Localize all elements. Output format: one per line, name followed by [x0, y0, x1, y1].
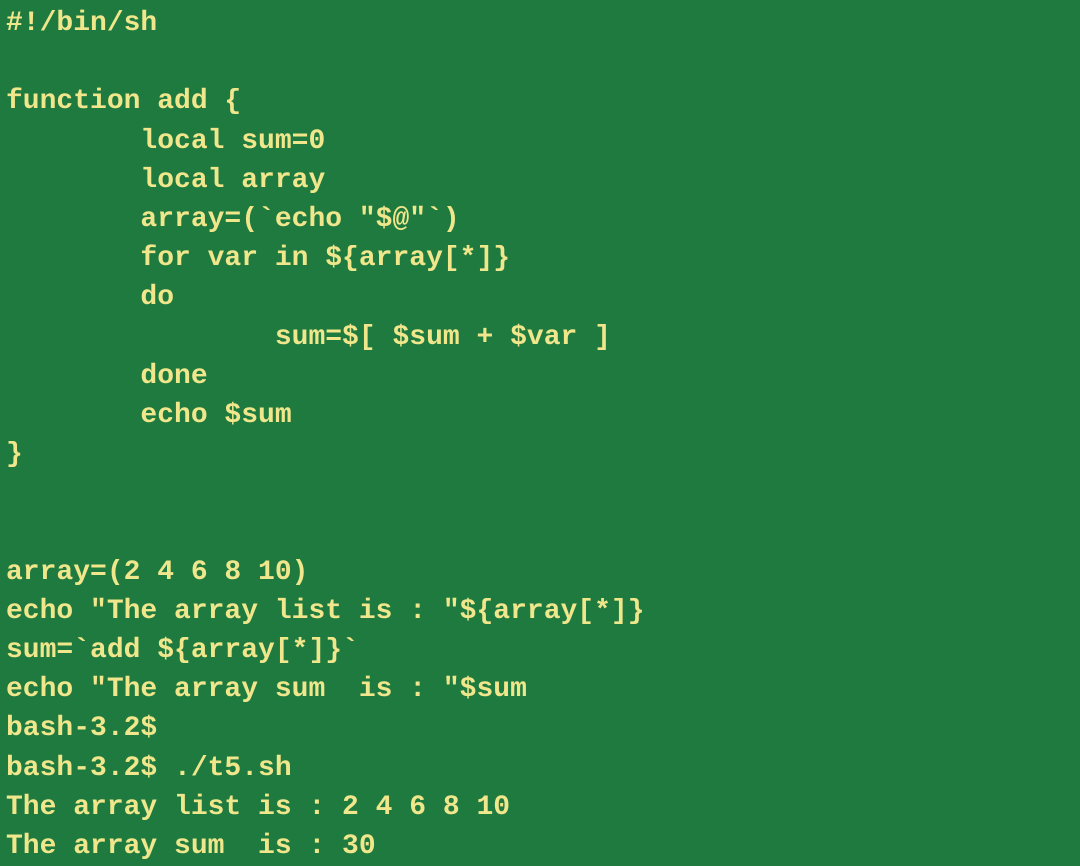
- code-line: echo $sum: [6, 396, 1074, 435]
- code-line: array=(`echo "$@"`): [6, 200, 1074, 239]
- output-line: The array list is : 2 4 6 8 10: [6, 788, 1074, 827]
- code-line: [6, 513, 1074, 552]
- code-line: [6, 474, 1074, 513]
- code-line: for var in ${array[*]}: [6, 239, 1074, 278]
- code-line: do: [6, 278, 1074, 317]
- code-line: array=(2 4 6 8 10): [6, 553, 1074, 592]
- output-line: The array sum is : 30: [6, 827, 1074, 866]
- code-line: local array: [6, 161, 1074, 200]
- code-line: sum=$[ $sum + $var ]: [6, 318, 1074, 357]
- prompt-line[interactable]: bash-3.2$: [6, 709, 1074, 748]
- prompt-line[interactable]: bash-3.2$ ./t5.sh: [6, 749, 1074, 788]
- code-line: }: [6, 435, 1074, 474]
- code-line: sum=`add ${array[*]}`: [6, 631, 1074, 670]
- code-line: echo "The array sum is : "$sum: [6, 670, 1074, 709]
- code-line: #!/bin/sh: [6, 4, 1074, 43]
- code-line: local sum=0: [6, 122, 1074, 161]
- code-line: [6, 43, 1074, 82]
- code-line: function add {: [6, 82, 1074, 121]
- code-line: echo "The array list is : "${array[*]}: [6, 592, 1074, 631]
- code-line: done: [6, 357, 1074, 396]
